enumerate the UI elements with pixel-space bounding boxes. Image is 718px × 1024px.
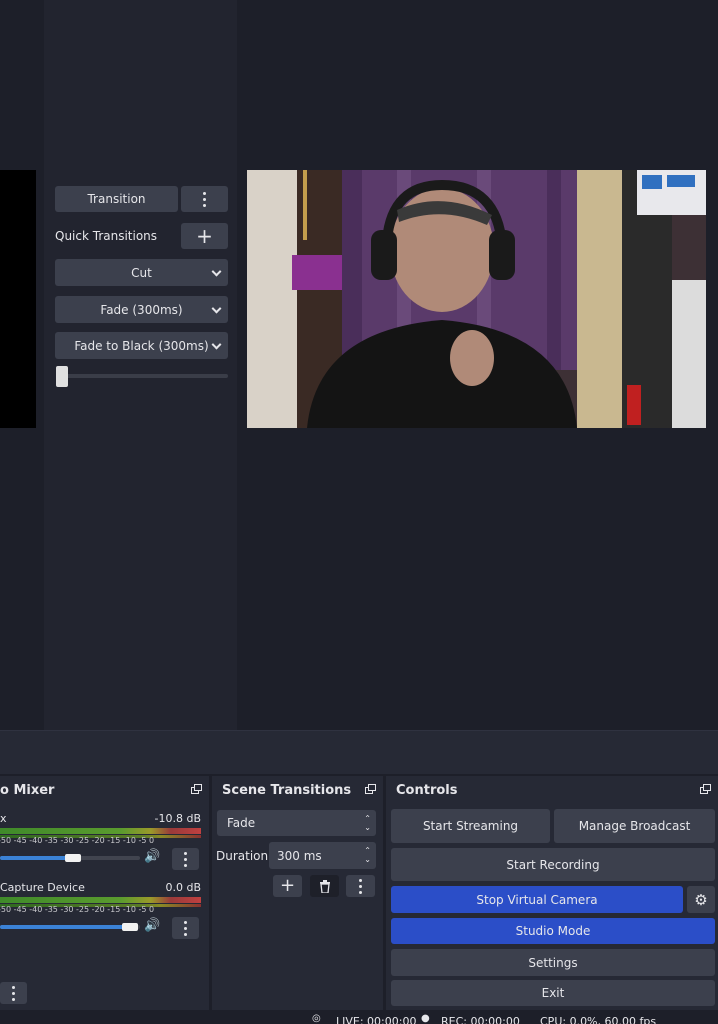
exit-button[interactable]: Exit [391, 980, 715, 1006]
add-quick-transition-button[interactable]: + [181, 223, 228, 249]
spin-arrows-icon: ⌃ ⌄ [364, 814, 371, 832]
settings-label: Settings [528, 955, 578, 970]
volume-slider-fill [0, 856, 72, 860]
plus-icon: + [279, 875, 296, 896]
undock-icon[interactable] [700, 784, 712, 795]
start-streaming-label: Start Streaming [422, 819, 519, 833]
transition-slider-handle[interactable] [56, 366, 68, 387]
volume-slider-handle[interactable] [122, 923, 138, 931]
manage-broadcast-button[interactable]: Manage Broadcast [554, 809, 715, 843]
volume-meter [0, 897, 201, 903]
more-icon [203, 197, 206, 201]
transition-panel [44, 0, 237, 730]
chevron-down-icon [211, 266, 222, 277]
speaker-icon[interactable]: 🔊 [144, 918, 160, 933]
transition-properties-button[interactable] [346, 875, 375, 897]
channel-menu-button[interactable] [172, 848, 199, 870]
scene-transitions-dock: Scene Transitions Fade ⌃ ⌄ Duration 300 m… [212, 776, 383, 1010]
controls-title: Controls [396, 782, 458, 798]
undock-icon[interactable] [191, 784, 203, 795]
dock-separator [0, 730, 718, 774]
mixer-channel-db: 0.0 dB [165, 881, 201, 894]
more-icon [359, 884, 362, 888]
plus-icon: + [196, 224, 213, 248]
more-icon [184, 857, 187, 861]
quick-transition-label: Fade to Black (300ms) [74, 338, 209, 353]
meter-ticks: -50 -45 -40 -35 -30 -25 -20 -15 -10 -5 0 [0, 905, 155, 914]
volume-slider-fill [0, 925, 130, 929]
transition-select-value: Fade [227, 816, 256, 830]
transition-button-label: Transition [87, 192, 146, 206]
camera-feed-illustration [247, 170, 706, 428]
quick-transition-fade[interactable]: Fade (300ms) [55, 296, 228, 323]
transition-slider-track[interactable] [57, 374, 228, 378]
duration-spinbox[interactable]: 300 ms ⌃ ⌄ [269, 842, 376, 869]
transition-select[interactable]: Fade ⌃ ⌄ [217, 810, 376, 836]
trash-icon [319, 879, 330, 893]
volume-slider-handle[interactable] [65, 854, 81, 862]
add-transition-button[interactable]: + [273, 875, 302, 897]
volume-meter [0, 828, 201, 834]
studio-mode-label: Studio Mode [515, 924, 591, 938]
mixer-menu-button[interactable] [0, 982, 27, 1004]
cpu-status: CPU: 0.0%, 60.00 fps [540, 1015, 657, 1024]
studio-mode-button[interactable]: Studio Mode [391, 918, 715, 944]
controls-dock: Controls Start Streaming Manage Broadcas… [386, 776, 718, 1010]
duration-label: Duration [216, 849, 269, 863]
undock-icon[interactable] [365, 784, 377, 795]
scene-transitions-title: Scene Transitions [222, 782, 352, 798]
transition-button[interactable]: Transition [55, 186, 178, 212]
audio-mixer-dock: o Mixer x -10.8 dB -50 -45 -40 -35 -30 -… [0, 776, 209, 1010]
camera-feed-image [247, 170, 706, 428]
start-streaming-button[interactable]: Start Streaming [391, 809, 550, 843]
live-icon: ◎ [312, 1013, 321, 1024]
quick-transitions-label: Quick Transitions [55, 229, 158, 243]
quick-transition-label: Cut [131, 265, 152, 280]
speaker-icon[interactable]: 🔊 [144, 849, 160, 864]
rec-icon: ● [421, 1013, 430, 1024]
mixer-channel-db: -10.8 dB [154, 812, 202, 825]
quick-transition-label: Fade (300ms) [100, 302, 183, 317]
duration-value: 300 ms [277, 848, 322, 863]
more-icon [12, 991, 15, 995]
quick-transition-cut[interactable]: Cut [55, 259, 228, 286]
status-bar: ◎ LIVE: 00:00:00 ● REC: 00:00:00 CPU: 0.… [0, 1012, 718, 1024]
settings-button[interactable]: Settings [391, 949, 715, 976]
remove-transition-button[interactable] [310, 875, 339, 897]
live-status: LIVE: 00:00:00 [336, 1015, 417, 1024]
start-recording-button[interactable]: Start Recording [391, 848, 715, 881]
start-recording-label: Start Recording [506, 857, 600, 872]
quick-transition-fade-to-black[interactable]: Fade to Black (300ms) [55, 332, 228, 359]
preview-canvas [0, 170, 36, 428]
manage-broadcast-label: Manage Broadcast [578, 819, 691, 833]
chevron-down-icon [211, 303, 222, 314]
transition-menu-button[interactable] [181, 186, 228, 212]
more-icon [184, 926, 187, 930]
stop-virtual-camera-label: Stop Virtual Camera [476, 892, 598, 907]
stop-virtual-camera-button[interactable]: Stop Virtual Camera [391, 886, 683, 913]
mixer-channel-name: x [0, 812, 7, 825]
channel-menu-button[interactable] [172, 917, 199, 939]
spin-arrows-icon: ⌃ ⌄ [364, 846, 371, 864]
rec-status: REC: 00:00:00 [441, 1015, 520, 1024]
mixer-channel-name: Capture Device [0, 881, 85, 894]
gear-icon: ⚙ [694, 890, 708, 909]
chevron-down-icon [211, 339, 222, 350]
exit-label: Exit [541, 986, 565, 1000]
virtual-camera-settings-button[interactable]: ⚙ [687, 886, 715, 913]
meter-ticks: -50 -45 -40 -35 -30 -25 -20 -15 -10 -5 0 [0, 836, 155, 845]
audio-mixer-title: o Mixer [0, 782, 55, 798]
